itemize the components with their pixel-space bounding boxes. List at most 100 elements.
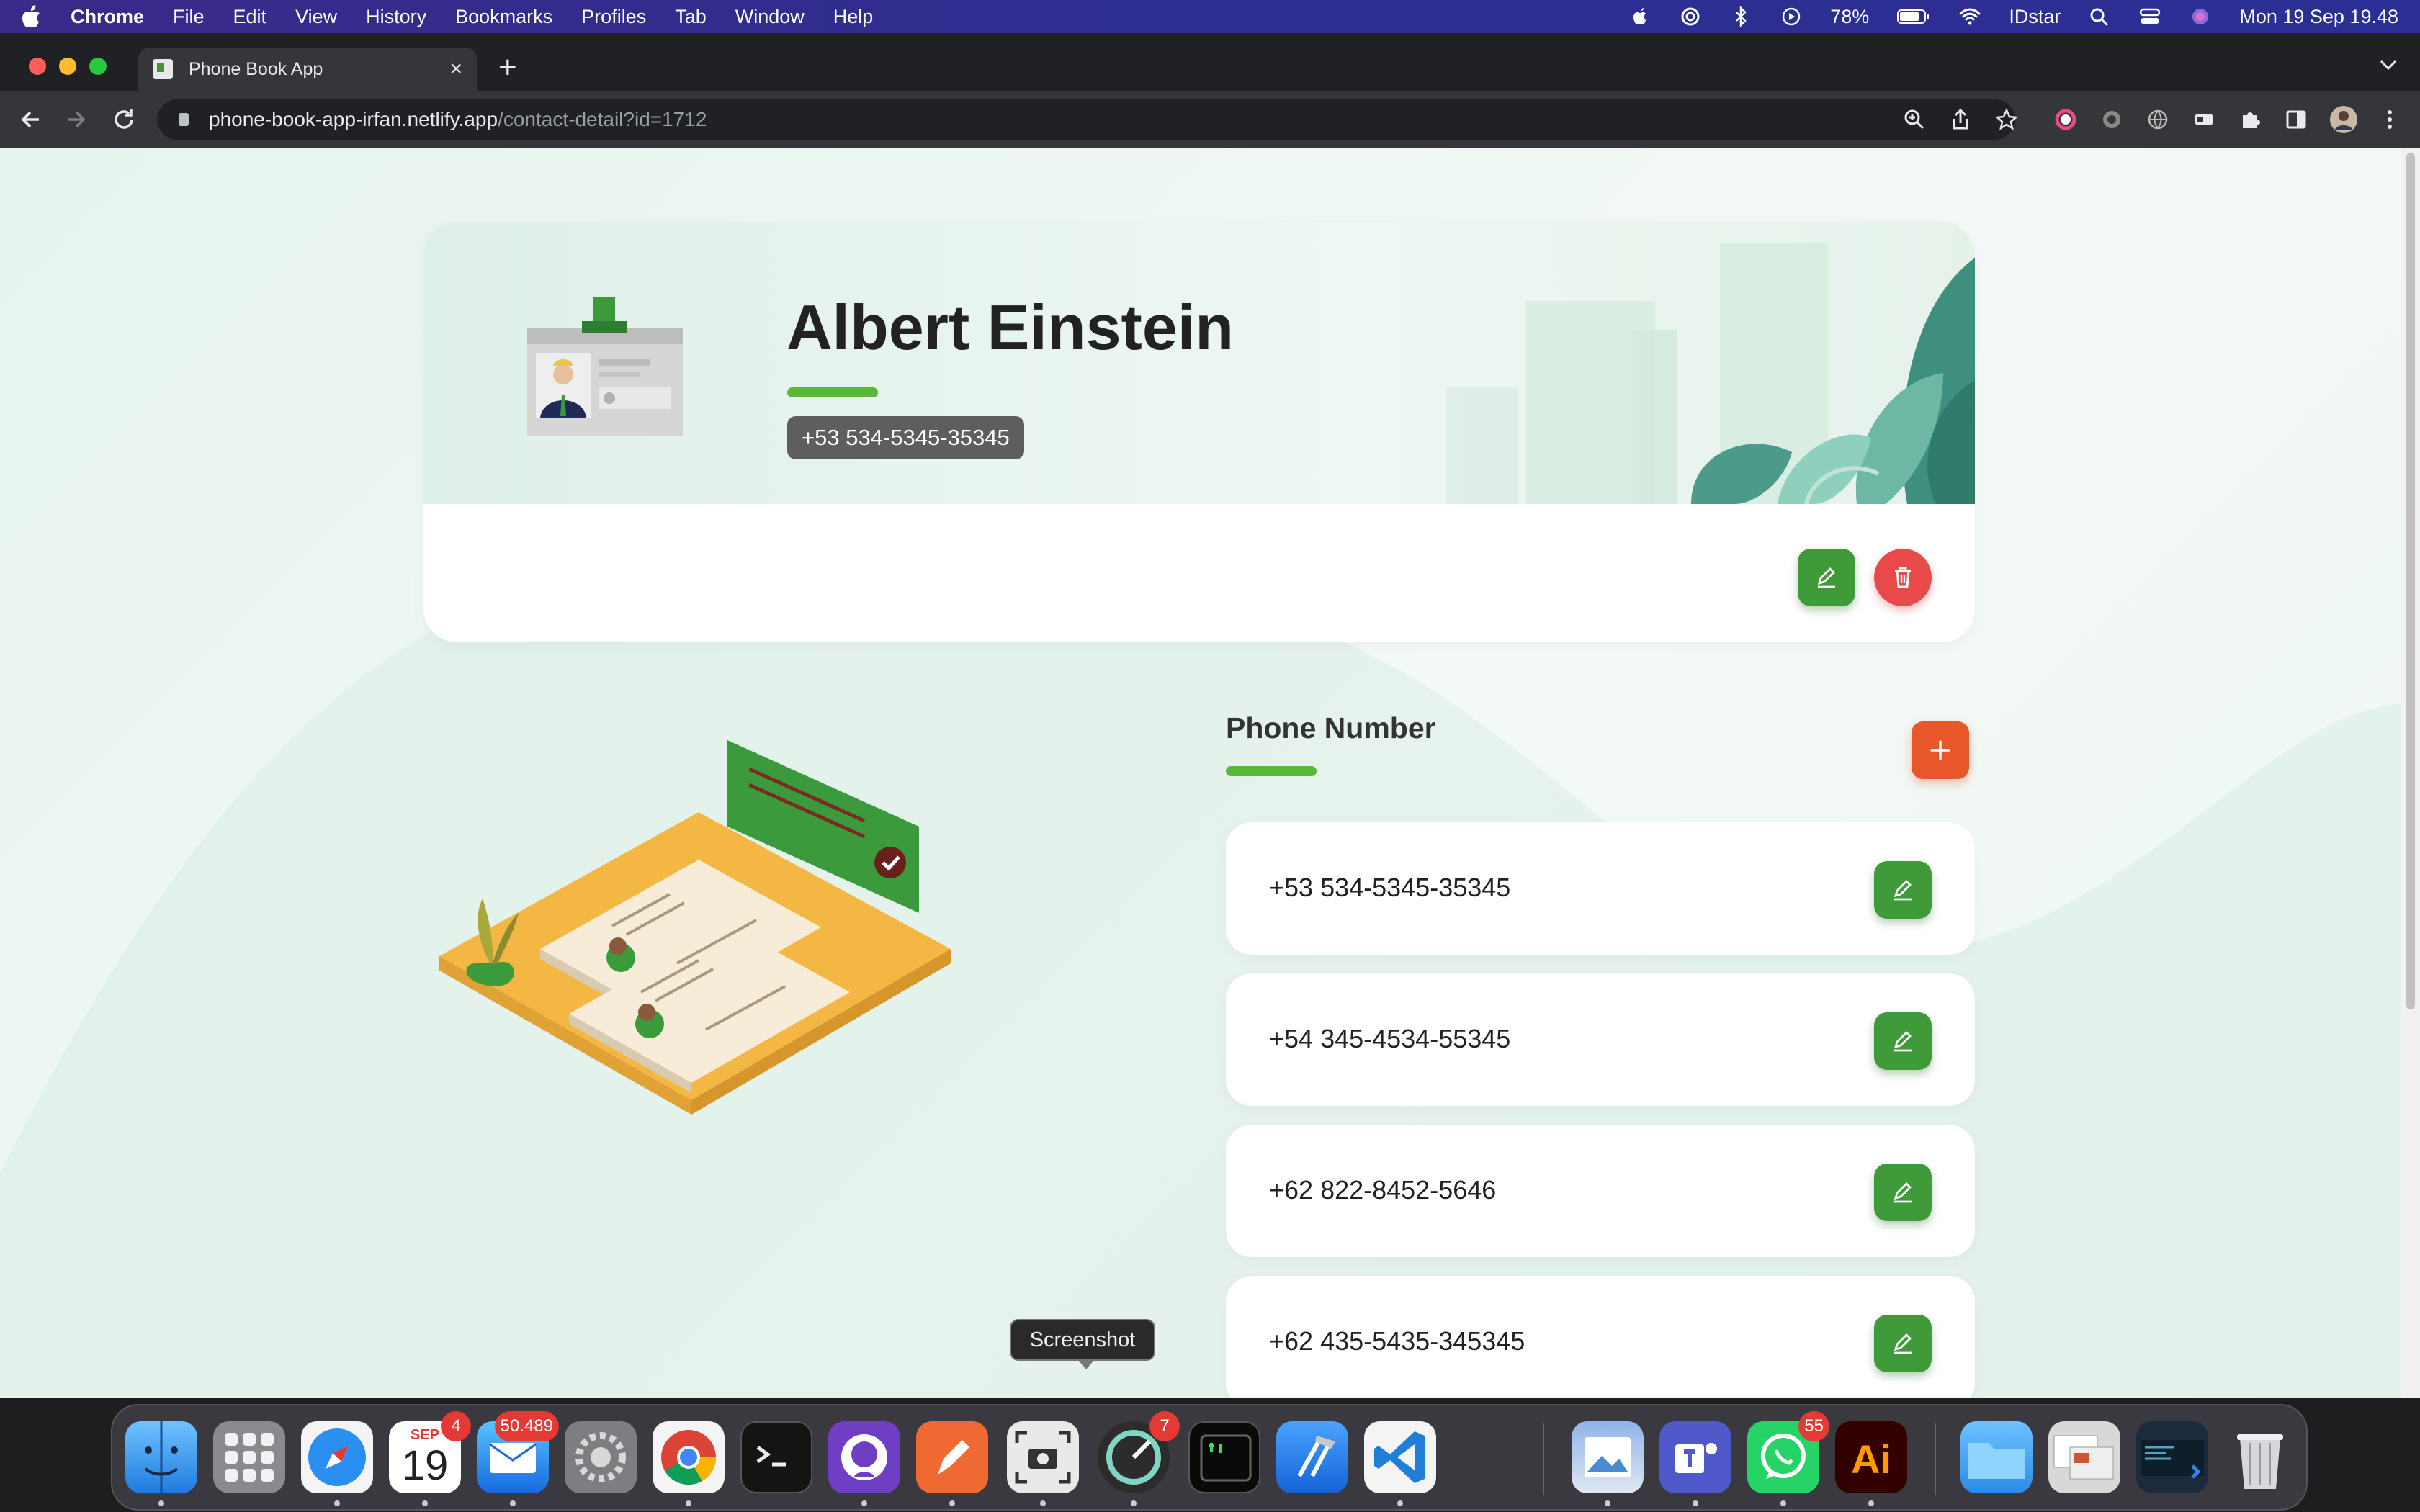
wifi-icon[interactable] bbox=[1958, 6, 1981, 27]
dock-iterm[interactable] bbox=[1188, 1421, 1260, 1493]
dock-vscode[interactable] bbox=[1364, 1421, 1436, 1506]
trash-icon bbox=[1895, 567, 1911, 588]
illustrator-logo-text: Ai bbox=[1851, 1436, 1891, 1482]
finder-icon bbox=[144, 1421, 179, 1493]
share-icon[interactable] bbox=[1949, 108, 1972, 131]
running-indicator bbox=[334, 1500, 340, 1506]
bookmark-star-icon[interactable] bbox=[1995, 108, 2018, 131]
running-indicator bbox=[510, 1500, 516, 1506]
dock-terminal[interactable] bbox=[740, 1421, 812, 1493]
scrollbar-thumb[interactable] bbox=[2406, 153, 2415, 1009]
battery-icon[interactable] bbox=[1896, 6, 1931, 27]
add-phone-button[interactable] bbox=[1912, 721, 1969, 779]
phone-list-item: +62 435-5435-345345 bbox=[1226, 1276, 1975, 1398]
battery-percent: 78% bbox=[1830, 5, 1870, 27]
forward-arrow-icon[interactable] bbox=[63, 107, 89, 132]
control-center-icon[interactable] bbox=[2138, 6, 2161, 27]
xcode-hammer-icon bbox=[1297, 1436, 1335, 1477]
new-tab-plus-icon[interactable]: + bbox=[498, 52, 517, 84]
dock-postman[interactable] bbox=[916, 1421, 988, 1506]
dock-mail[interactable]: 50.489 bbox=[477, 1411, 559, 1506]
edit-phone-button[interactable] bbox=[1874, 1315, 1932, 1372]
running-indicator bbox=[861, 1500, 867, 1506]
whatsapp-badge: 55 bbox=[1798, 1411, 1829, 1441]
dock-github-desktop[interactable] bbox=[828, 1421, 900, 1506]
dock-recent-stack[interactable] bbox=[2048, 1421, 2120, 1493]
edit-contact-button[interactable] bbox=[1798, 549, 1855, 606]
edit-phone-button[interactable] bbox=[1874, 1164, 1932, 1221]
screenshot-camera-icon bbox=[1015, 1431, 1071, 1484]
dock-app-badge-7[interactable]: 7 bbox=[1098, 1411, 1180, 1506]
dock-whatsapp[interactable]: 55 bbox=[1747, 1411, 1829, 1506]
window-zoom-button[interactable] bbox=[89, 58, 107, 75]
dock-trash[interactable] bbox=[2224, 1421, 2296, 1493]
cloud-sync-icon[interactable] bbox=[1679, 6, 1702, 27]
dock-separator bbox=[1935, 1423, 1936, 1495]
dock-launchpad[interactable] bbox=[213, 1421, 285, 1493]
phone-number: +62 435-5435-345345 bbox=[1269, 1326, 1525, 1356]
media-play-icon[interactable] bbox=[1780, 6, 1803, 27]
url-path: /contact-detail?id=1712 bbox=[498, 108, 707, 130]
chrome-menu-icon[interactable] bbox=[2378, 108, 2401, 131]
extension-globe-icon[interactable] bbox=[2146, 108, 2169, 131]
browser-tab-strip: Phone Book App × + bbox=[0, 33, 2420, 91]
menubar-user[interactable]: IDstar bbox=[2009, 6, 2061, 28]
delete-contact-button[interactable] bbox=[1874, 549, 1932, 606]
dock-preview[interactable] bbox=[1572, 1421, 1644, 1506]
window-close-button[interactable] bbox=[29, 58, 46, 75]
menu-tab[interactable]: Tab bbox=[675, 6, 707, 28]
tab-search-chevron-icon[interactable] bbox=[2378, 58, 2398, 72]
tab-close-icon[interactable]: × bbox=[449, 57, 462, 81]
edit-phone-button[interactable] bbox=[1874, 1012, 1932, 1070]
zoom-icon[interactable] bbox=[1903, 108, 1926, 131]
id-badge-illustration bbox=[527, 297, 683, 436]
apple-logo-icon[interactable] bbox=[20, 4, 42, 29]
pencil-icon bbox=[1894, 880, 1912, 901]
extension-color-icon[interactable] bbox=[2054, 108, 2077, 131]
dock-screenshot[interactable] bbox=[1007, 1421, 1079, 1506]
extension-circle-icon[interactable] bbox=[2100, 108, 2123, 131]
calendar-badge: 4 bbox=[441, 1411, 471, 1441]
menu-help[interactable]: Help bbox=[833, 6, 874, 28]
dock-xcode[interactable] bbox=[1276, 1421, 1348, 1493]
menu-profiles[interactable]: Profiles bbox=[581, 6, 646, 28]
lock-icon[interactable] bbox=[179, 113, 189, 126]
siri-icon[interactable] bbox=[2189, 6, 2212, 27]
side-panel-icon[interactable] bbox=[2285, 108, 2308, 131]
spotlight-search-icon[interactable] bbox=[2088, 6, 2111, 27]
menu-app-chrome[interactable]: Chrome bbox=[71, 6, 144, 28]
dock-recent-window[interactable] bbox=[2136, 1421, 2208, 1493]
menu-edit[interactable]: Edit bbox=[233, 6, 267, 28]
dock-safari[interactable] bbox=[301, 1421, 373, 1506]
github-octocat-icon bbox=[841, 1434, 887, 1480]
reload-icon[interactable] bbox=[111, 107, 137, 132]
menu-file[interactable]: File bbox=[173, 6, 205, 28]
menu-view[interactable]: View bbox=[295, 6, 337, 28]
tab-phone-book-app[interactable]: Phone Book App × bbox=[138, 48, 477, 91]
extension-card-icon[interactable] bbox=[2192, 108, 2215, 131]
phone-number: +54 345-4534-55345 bbox=[1269, 1024, 1511, 1053]
address-bar[interactable]: phone-book-app-irfan.netlify.app/contact… bbox=[157, 99, 2015, 140]
bluetooth-icon[interactable] bbox=[1729, 6, 1752, 27]
dock-teams[interactable] bbox=[1659, 1421, 1731, 1506]
dock-illustrator[interactable]: Ai bbox=[1835, 1421, 1907, 1506]
dock-separator bbox=[1543, 1423, 1544, 1495]
extensions-puzzle-icon[interactable] bbox=[2238, 108, 2262, 131]
page-scrollbar[interactable] bbox=[2401, 148, 2420, 1398]
dock-chrome[interactable] bbox=[653, 1421, 725, 1506]
dock-downloads-folder[interactable] bbox=[1960, 1421, 2033, 1493]
edit-phone-button[interactable] bbox=[1874, 861, 1932, 919]
dock-system-settings[interactable] bbox=[565, 1421, 637, 1493]
dock-calendar[interactable]: SEP 19 4 bbox=[389, 1411, 471, 1506]
menu-bookmarks[interactable]: Bookmarks bbox=[455, 6, 552, 28]
url-host: phone-book-app-irfan.netlify.app bbox=[209, 108, 498, 130]
profile-avatar[interactable] bbox=[2329, 105, 2358, 134]
menubar-clock[interactable]: Mon 19 Sep 19.48 bbox=[2239, 6, 2398, 28]
dock-finder[interactable] bbox=[125, 1421, 197, 1506]
status-app-icon[interactable] bbox=[1628, 6, 1652, 27]
menu-window[interactable]: Window bbox=[735, 6, 805, 28]
window-minimize-button[interactable] bbox=[59, 58, 76, 75]
macos-dock: SEP 19 4 50.489 7 55 Ai bbox=[111, 1404, 2308, 1511]
back-arrow-icon[interactable] bbox=[17, 107, 43, 132]
menu-history[interactable]: History bbox=[366, 6, 426, 28]
